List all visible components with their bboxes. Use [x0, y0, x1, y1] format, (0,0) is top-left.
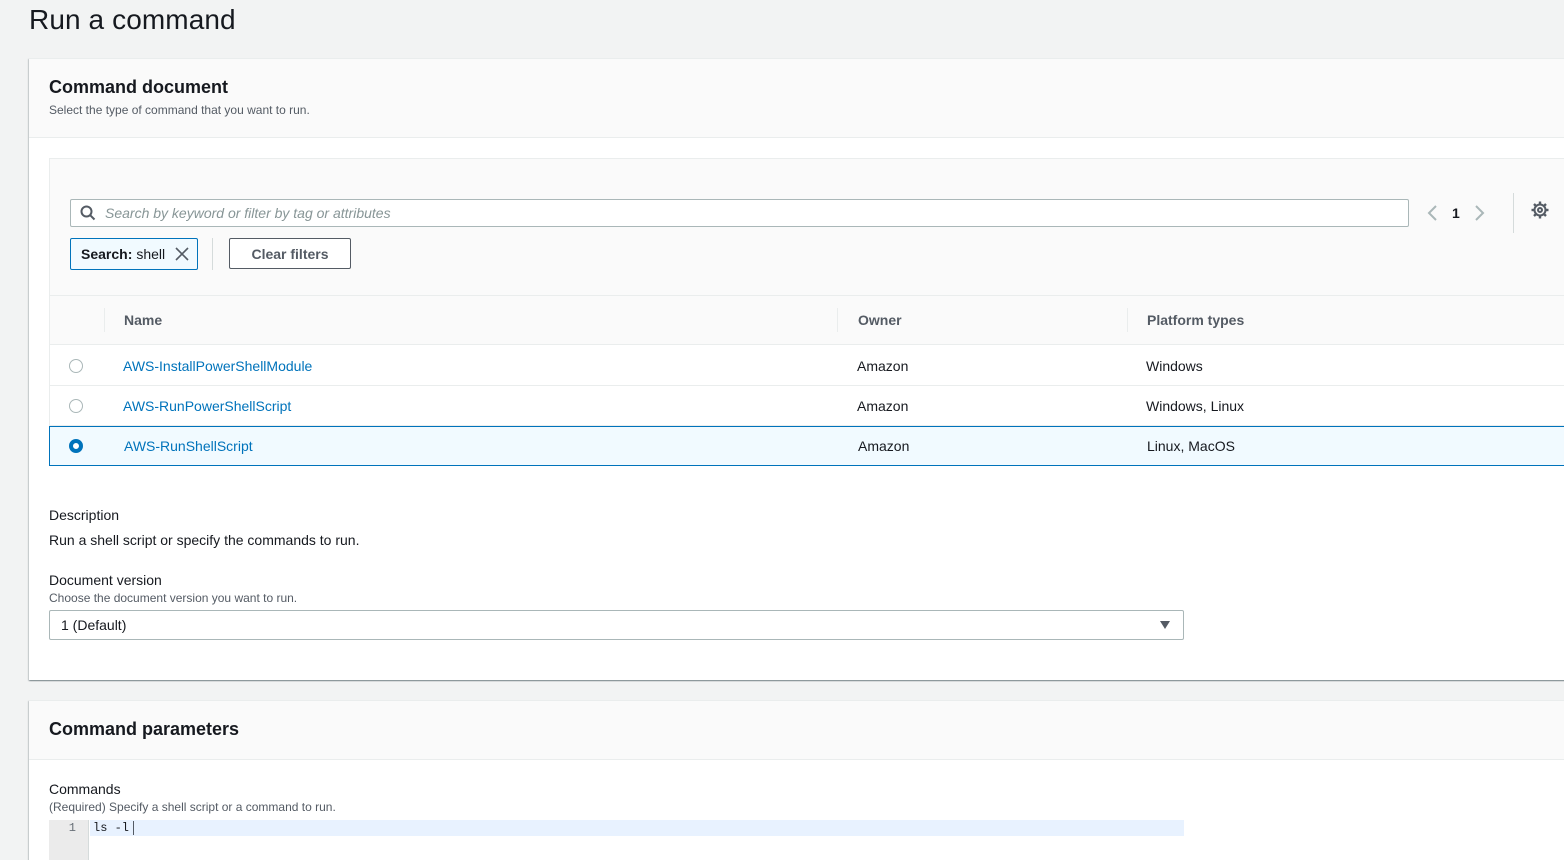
- command-document-title: Command document: [49, 77, 229, 97]
- command-document-header: Command document Select the type of comm…: [29, 59, 1564, 138]
- code-line[interactable]: ls -l: [90, 820, 1184, 836]
- text-cursor: [133, 820, 135, 835]
- document-version-description: Choose the document version you want to …: [49, 591, 298, 605]
- toolbar-divider: [1513, 193, 1514, 233]
- search-icon: [80, 205, 96, 221]
- filter-token: Search: shell: [70, 238, 198, 270]
- column-divider: [1127, 308, 1128, 332]
- row-radio[interactable]: [69, 399, 83, 413]
- commands-description: (Required) Specify a shell script or a c…: [49, 800, 336, 814]
- row-radio[interactable]: [69, 359, 83, 373]
- document-name-link[interactable]: AWS-RunShellScript: [124, 426, 253, 466]
- current-page-number[interactable]: 1: [1452, 205, 1460, 221]
- description-label: Description: [49, 507, 120, 523]
- command-parameters-panel: Command parameters Commands (Required) S…: [29, 700, 1564, 860]
- commands-label: Commands: [49, 781, 121, 797]
- owner-cell: Amazon: [857, 398, 909, 414]
- pagination: 1: [1422, 199, 1490, 227]
- line-number: 1: [68, 821, 76, 835]
- document-name-link[interactable]: AWS-RunPowerShellScript: [123, 386, 291, 426]
- command-parameters-header: Command parameters: [29, 701, 1564, 760]
- platform-types-cell: Windows, Linux: [1146, 398, 1245, 414]
- table-row[interactable]: AWS-InstallPowerShellModule Amazon Windo…: [50, 346, 1564, 386]
- search-input[interactable]: [105, 200, 1395, 226]
- column-header-name[interactable]: Name: [124, 296, 162, 345]
- owner-cell: Amazon: [858, 438, 910, 454]
- previous-page-icon[interactable]: [1422, 202, 1444, 224]
- column-header-owner[interactable]: Owner: [858, 296, 902, 345]
- gear-icon[interactable]: [1529, 199, 1551, 221]
- document-version-value: 1 (Default): [61, 617, 127, 633]
- command-parameters-title: Command parameters: [49, 719, 240, 739]
- row-radio-selected[interactable]: [69, 439, 83, 453]
- platform-types-cell: Linux, MacOS: [1147, 438, 1235, 454]
- next-page-icon[interactable]: [1468, 202, 1490, 224]
- command-document-panel: Command document Select the type of comm…: [29, 58, 1564, 680]
- documents-table: 1 Search:: [49, 158, 1564, 466]
- command-document-description: Select the type of command that you want…: [49, 103, 310, 117]
- editor-gutter: 1: [49, 820, 89, 860]
- document-version-label: Document version: [49, 572, 162, 588]
- page-title: Run a command: [29, 4, 236, 35]
- token-divider: [212, 238, 213, 270]
- platform-types-cell: Windows: [1146, 358, 1203, 374]
- filter-token-key: Search:: [81, 246, 133, 262]
- table-toolbar: 1 Search:: [50, 159, 1564, 296]
- description-value: Run a shell script or specify the comman…: [49, 532, 360, 548]
- column-divider: [837, 308, 838, 332]
- search-box: [70, 199, 1409, 227]
- commands-editor[interactable]: 1 ls -l: [49, 820, 1184, 860]
- column-header-platform-types[interactable]: Platform types: [1147, 296, 1244, 345]
- code-text: ls -l: [93, 821, 130, 835]
- close-icon[interactable]: [175, 247, 189, 261]
- column-divider: [104, 308, 105, 332]
- owner-cell: Amazon: [857, 358, 909, 374]
- filter-token-value: shell: [136, 246, 166, 262]
- document-name-link[interactable]: AWS-InstallPowerShellModule: [123, 346, 312, 386]
- document-version-select[interactable]: 1 (Default): [49, 610, 1184, 640]
- table-row[interactable]: AWS-RunPowerShellScript Amazon Windows, …: [50, 386, 1564, 426]
- clear-filters-button[interactable]: Clear filters: [229, 238, 351, 269]
- caret-down-icon: [1160, 621, 1170, 629]
- table-row-selected[interactable]: AWS-RunShellScript Amazon Linux, MacOS: [49, 426, 1564, 466]
- table-header: Name Owner Platform types: [50, 296, 1564, 345]
